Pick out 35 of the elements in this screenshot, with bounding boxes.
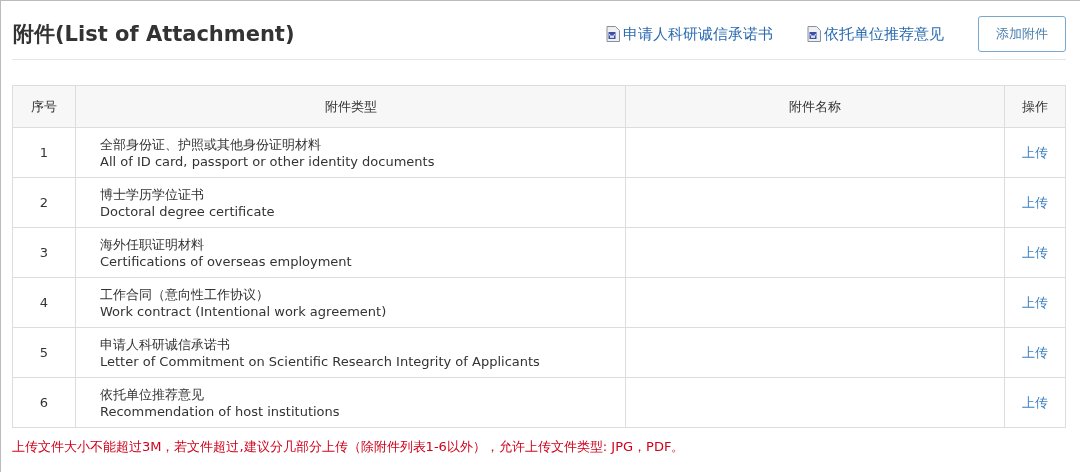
upload-note: 上传文件大小不能超过3M，若文件超过,建议分几部分上传（除附件列表1-6以外），允许上传文件类型: JPG，PDF。 — [12, 438, 686, 456]
table-cell: 4 — [12, 277, 76, 328]
type-english: Recommendation of host institutions — [100, 402, 341, 420]
page-title: 附件(List of Attachment) — [12, 21, 295, 48]
column-header: 附件名称 — [625, 85, 1005, 128]
type-chinese: 博士学历学位证书 — [100, 185, 205, 203]
table-cell: 2 — [12, 177, 76, 228]
type-english: Work contract (Intentional work agreement) — [100, 302, 388, 320]
type-chinese: 工作合同（意向性工作协议） — [100, 285, 270, 303]
document-icon — [606, 26, 620, 42]
table-cell: 5 — [12, 327, 76, 378]
type-english: Doctoral degree certificate — [100, 202, 276, 220]
upload-link[interactable]: 上传 — [1022, 345, 1048, 360]
upload-link[interactable]: 上传 — [1022, 195, 1048, 210]
upload-link[interactable]: 上传 — [1022, 395, 1048, 410]
document-link[interactable]: 申请人科研诚信承诺书 — [606, 24, 773, 44]
type-chinese: 申请人科研诚信承诺书 — [100, 335, 231, 353]
document-link[interactable]: 依托单位推荐意见 — [807, 24, 944, 44]
upload-link[interactable]: 上传 — [1022, 295, 1048, 310]
type-chinese: 依托单位推荐意见 — [100, 385, 205, 403]
column-header: 附件类型 — [75, 85, 626, 128]
table-cell: 6 — [12, 377, 76, 428]
type-chinese: 全部身份证、护照或其他身份证明材料 — [100, 135, 322, 153]
column-header: 操作 — [1004, 85, 1066, 128]
table-cell: 1 — [12, 127, 76, 178]
type-english: All of ID card, passport or other identity documents — [100, 152, 436, 170]
column-header: 序号 — [12, 85, 76, 128]
type-english: Certifications of overseas employment — [100, 252, 353, 270]
upload-link[interactable]: 上传 — [1022, 245, 1048, 260]
add-attachment-button[interactable]: 添加附件 — [978, 16, 1066, 52]
type-chinese: 海外任职证明材料 — [100, 235, 205, 253]
upload-link[interactable]: 上传 — [1022, 145, 1048, 160]
table-cell: 3 — [12, 227, 76, 278]
document-icon — [807, 26, 821, 42]
type-english: Letter of Commitment on Scientific Research Integrity of Applicants — [100, 352, 541, 370]
